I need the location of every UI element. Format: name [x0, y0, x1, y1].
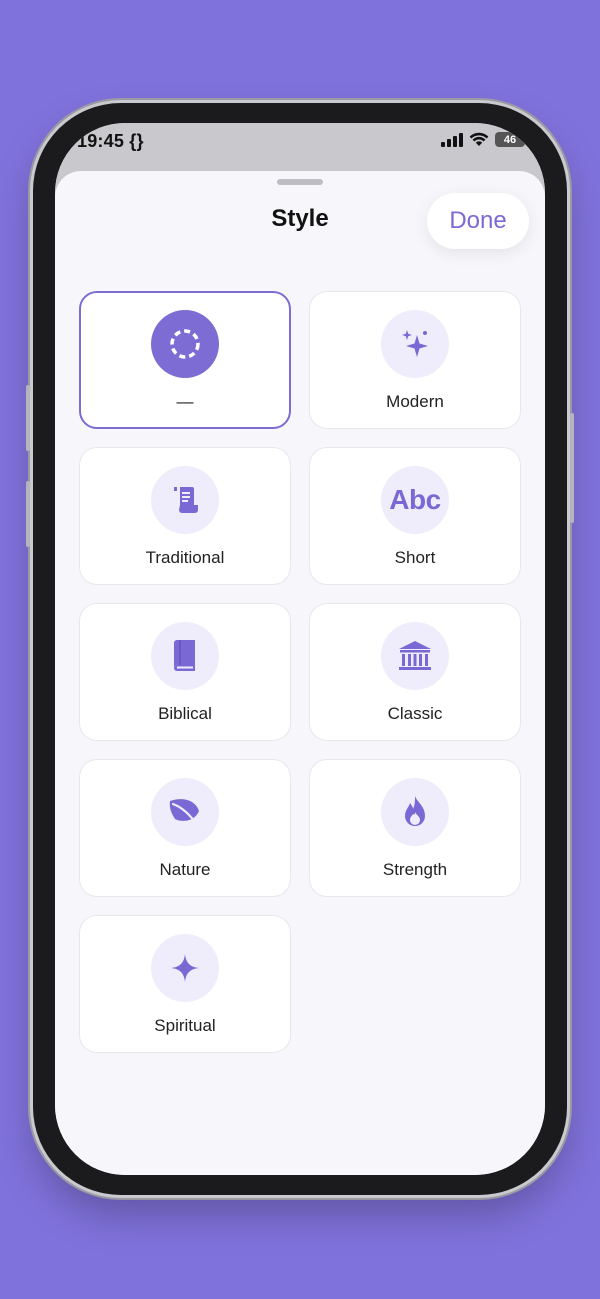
- style-card-modern[interactable]: Modern: [309, 291, 521, 429]
- style-card-label: Spiritual: [154, 1016, 216, 1035]
- icon-circle: [381, 310, 449, 378]
- battery-icon: 46: [495, 132, 525, 147]
- icon-circle: Abc: [381, 466, 449, 534]
- signal-icon: [441, 132, 463, 147]
- style-card-none[interactable]: —: [79, 291, 291, 429]
- sheet-grabber[interactable]: [277, 179, 323, 185]
- scroll-icon: [174, 487, 198, 513]
- style-card-label: —: [176, 392, 194, 411]
- dashed-circle-icon: [170, 329, 200, 359]
- style-grid: — Modern Traditional Abc Short Biblical …: [79, 291, 523, 1053]
- status-icons: 46: [441, 132, 525, 147]
- side-button: [570, 413, 574, 523]
- style-card-nature[interactable]: Nature: [79, 759, 291, 897]
- style-card-biblical[interactable]: Biblical: [79, 603, 291, 741]
- done-button[interactable]: Done: [427, 193, 529, 249]
- style-card-short[interactable]: Abc Short: [309, 447, 521, 585]
- icon-circle: [151, 466, 219, 534]
- phone-frame: 19:45 {} 46 Style Done — Modern Traditio…: [26, 103, 574, 1195]
- flame-icon: [405, 796, 425, 826]
- icon-circle: [381, 778, 449, 846]
- status-bar: 19:45 {} 46: [55, 123, 545, 167]
- icon-circle: [151, 778, 219, 846]
- sparkle-icon: [171, 954, 199, 982]
- style-card-traditional[interactable]: Traditional: [79, 447, 291, 585]
- style-card-spiritual[interactable]: Spiritual: [79, 915, 291, 1053]
- style-card-label: Classic: [387, 704, 443, 723]
- icon-circle: [151, 622, 219, 690]
- screen: 19:45 {} 46 Style Done — Modern Traditio…: [55, 123, 545, 1175]
- style-card-label: Traditional: [145, 548, 225, 567]
- side-button: [26, 385, 30, 451]
- side-button: [26, 481, 30, 547]
- icon-circle: [151, 934, 219, 1002]
- icon-circle: [151, 310, 219, 378]
- wifi-icon: [469, 132, 489, 146]
- abc-text-icon: Abc: [389, 484, 441, 515]
- book-icon: [174, 640, 195, 671]
- style-card-label: Biblical: [158, 704, 212, 723]
- style-card-label: Strength: [382, 860, 448, 879]
- style-card-label: Nature: [159, 860, 211, 879]
- status-time: 19:45 {}: [77, 131, 144, 151]
- style-sheet: Style Done — Modern Traditional Abc Shor…: [55, 171, 545, 1175]
- building-columns-icon: [399, 641, 431, 670]
- style-card-strength[interactable]: Strength: [309, 759, 521, 897]
- style-card-classic[interactable]: Classic: [309, 603, 521, 741]
- leaf-icon: [169, 799, 199, 827]
- style-card-label: Modern: [386, 392, 444, 411]
- sparkles-icon: [402, 330, 428, 357]
- icon-circle: [381, 622, 449, 690]
- style-card-label: Short: [394, 548, 436, 567]
